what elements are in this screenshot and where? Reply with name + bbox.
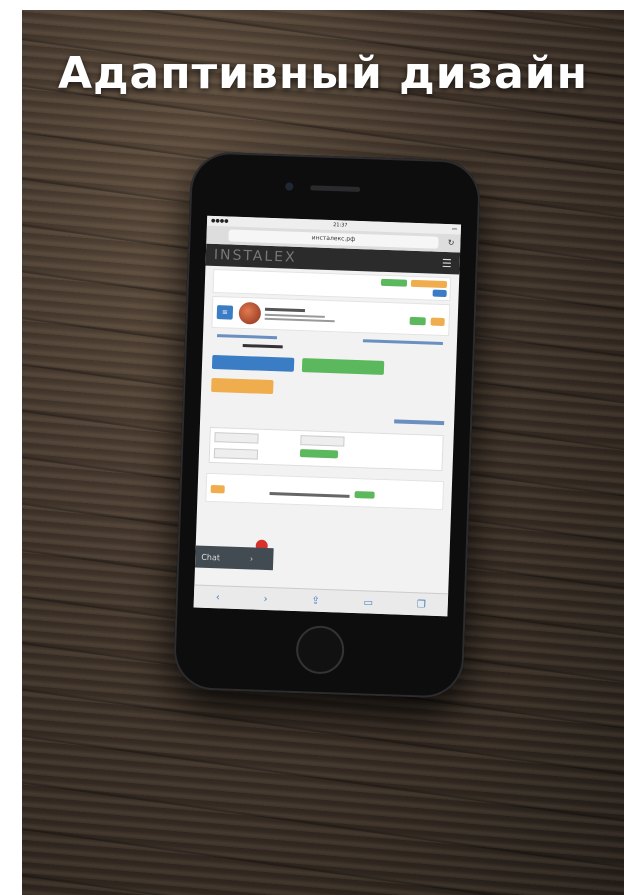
status-time: 21:37 — [333, 222, 348, 229]
profile-name-line — [264, 307, 306, 313]
banner-title: Адаптивный дизайн — [57, 48, 589, 99]
profile-menu-button[interactable]: ≡ — [216, 305, 234, 320]
filter-panel — [208, 426, 444, 471]
tabs-icon[interactable]: ❐ — [417, 599, 426, 610]
chat-arrow-icon: › — [249, 553, 254, 564]
avatar — [238, 301, 262, 325]
app-logo: INSTALEX — [213, 246, 297, 266]
profile-desc-line-2 — [264, 317, 335, 323]
smartphone-mockup: ●●●● 21:37 ▭ инсталекс.рф ↻ INSTALEX ☰ ≡… — [172, 151, 482, 699]
battery-icon: ▭ — [452, 226, 457, 233]
profile-card: ≡ — [211, 295, 451, 337]
report-button[interactable] — [211, 377, 274, 395]
hamburger-menu-icon[interactable]: ☰ — [442, 256, 452, 269]
task-row — [205, 472, 445, 510]
task-icon — [210, 484, 225, 493]
chat-label: Chat — [201, 552, 221, 562]
tasks-link[interactable] — [394, 419, 445, 426]
check-icon[interactable] — [409, 316, 426, 325]
sort-select[interactable] — [213, 447, 259, 460]
tab-saved[interactable] — [362, 339, 443, 345]
back-icon[interactable]: ‹ — [216, 592, 220, 603]
apply-filter-button[interactable] — [299, 449, 338, 459]
payment-tag — [410, 279, 448, 289]
action-buttons — [211, 354, 446, 404]
speaker-icon — [310, 185, 361, 193]
promo-banner: Адаптивный дизайн ●●●● 21:37 ▭ инсталекс… — [22, 10, 624, 895]
browser-bottom-nav: ‹ › ⇪ ▭ ❐ — [193, 584, 449, 617]
share-icon[interactable]: ⇪ — [311, 595, 320, 606]
camera-icon — [285, 182, 294, 191]
status-select[interactable] — [214, 432, 259, 444]
bookmarks-icon[interactable]: ▭ — [363, 597, 373, 608]
tab-promotion[interactable] — [242, 344, 283, 349]
tab-photos[interactable] — [217, 334, 278, 340]
home-button[interactable] — [295, 625, 345, 675]
new-project-button[interactable] — [211, 354, 295, 372]
settings-button[interactable] — [301, 358, 385, 375]
warning-icon[interactable] — [430, 317, 445, 326]
status-tag — [380, 278, 408, 287]
task-badge — [354, 490, 375, 499]
task-stats-line — [269, 491, 350, 498]
info-icon — [432, 289, 447, 298]
type-select[interactable] — [299, 435, 345, 447]
forward-icon[interactable]: › — [263, 593, 267, 604]
chat-widget[interactable]: Chat › — [194, 545, 274, 571]
reload-icon[interactable]: ↻ — [448, 238, 455, 247]
phone-screen: ●●●● 21:37 ▭ инсталекс.рф ↻ INSTALEX ☰ ≡… — [193, 215, 462, 617]
tasks-link-row — [210, 402, 445, 429]
signal-icon: ●●●● — [210, 217, 229, 225]
